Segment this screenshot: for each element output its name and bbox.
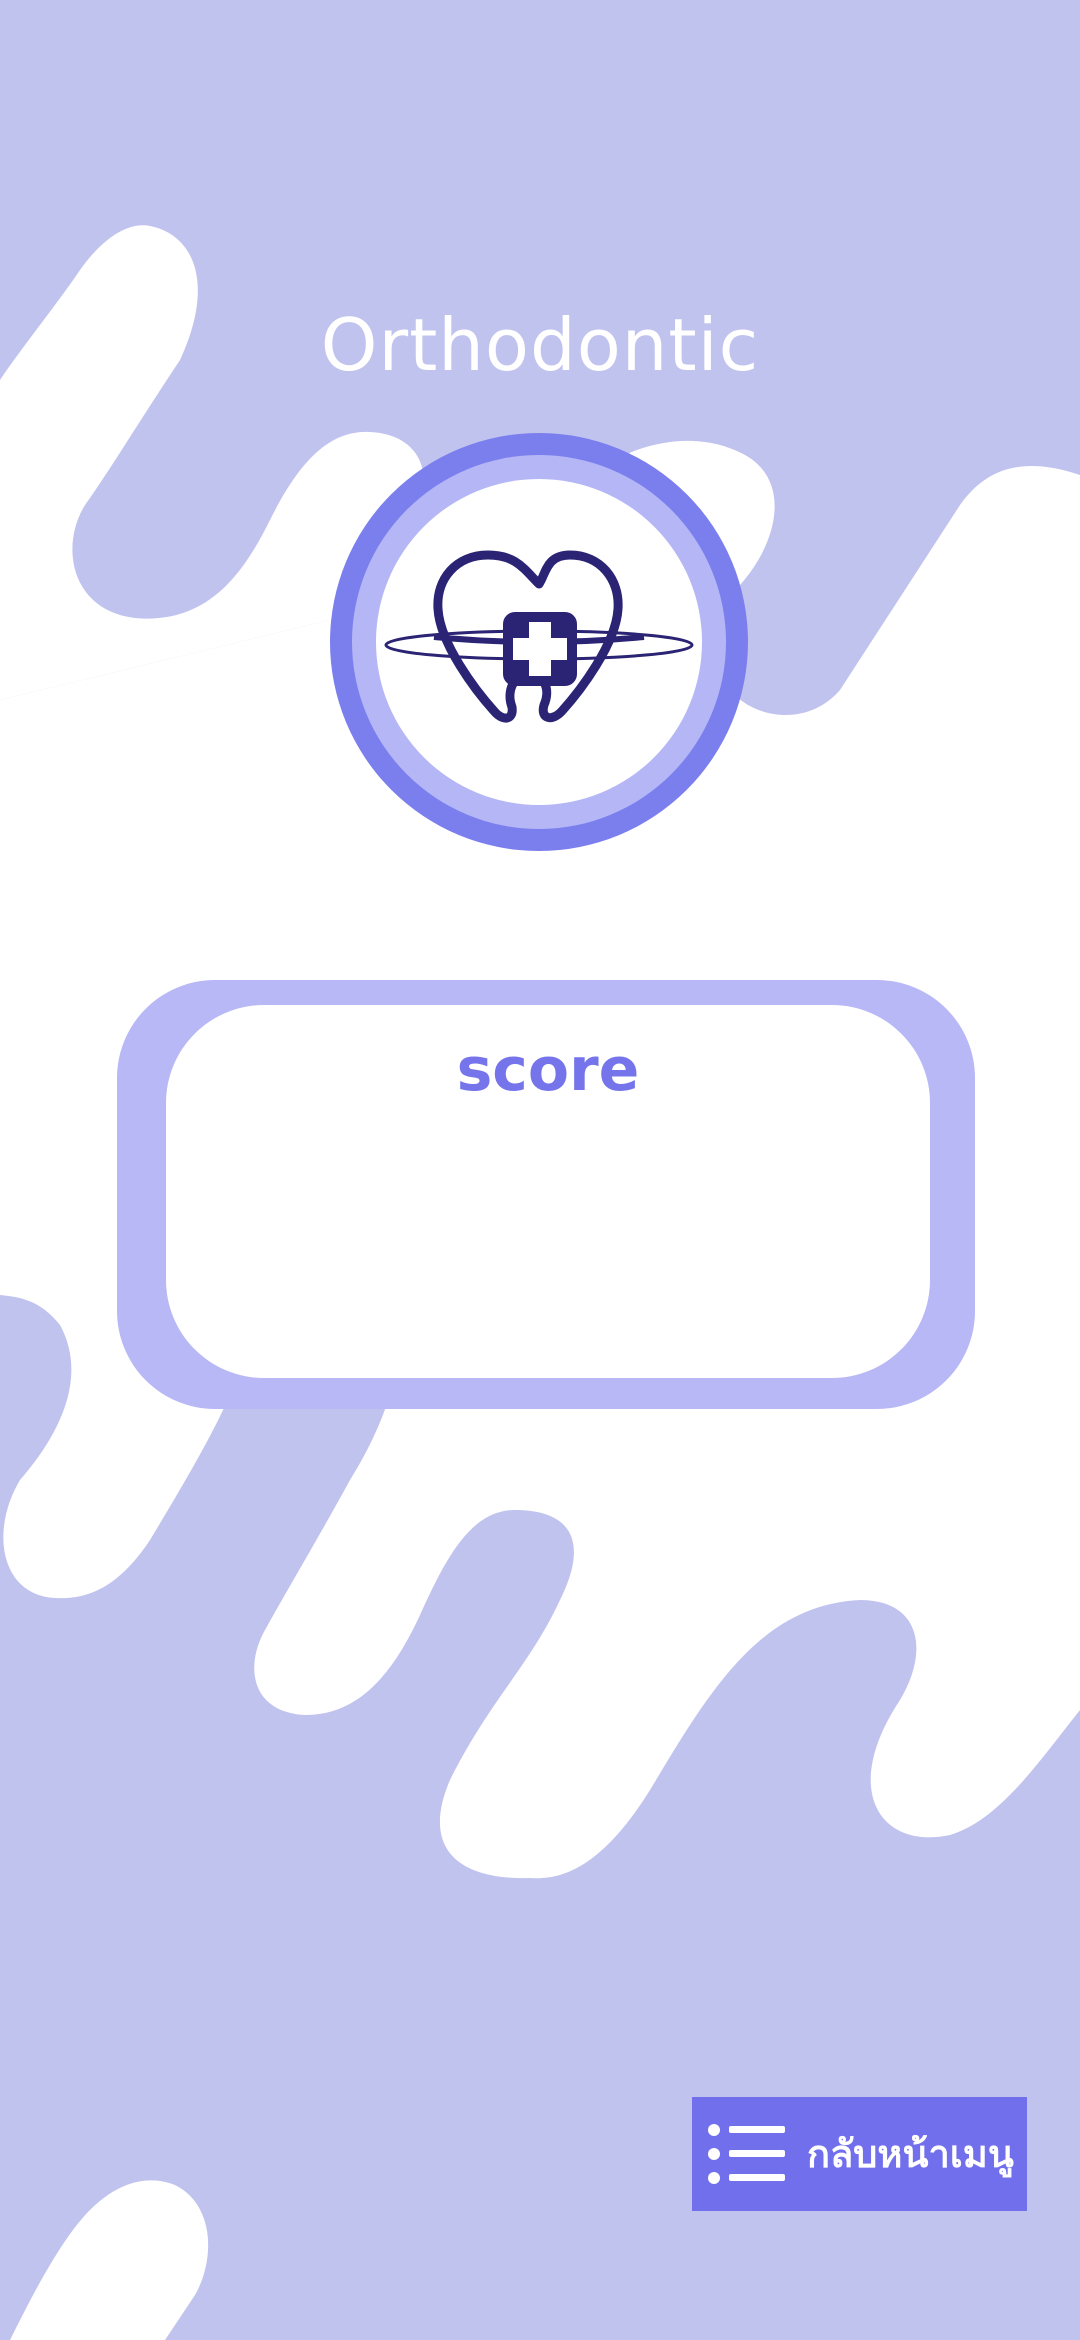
list-icon (708, 2124, 785, 2184)
back-to-menu-button[interactable]: กลับหน้าเมนู (692, 2097, 1027, 2211)
logo-inner-ring (352, 455, 726, 829)
score-panel: score (166, 1005, 930, 1378)
app-title: Orthodontic (320, 303, 760, 387)
back-to-menu-label: กลับหน้าเมนู (807, 2132, 1014, 2176)
score-card: score (117, 980, 975, 1409)
tooth-heart-cross-icon (384, 550, 694, 723)
logo-badge (330, 433, 748, 851)
score-label: score (456, 1035, 640, 1105)
logo-core (376, 479, 702, 805)
background-blob (10, 2180, 209, 2340)
